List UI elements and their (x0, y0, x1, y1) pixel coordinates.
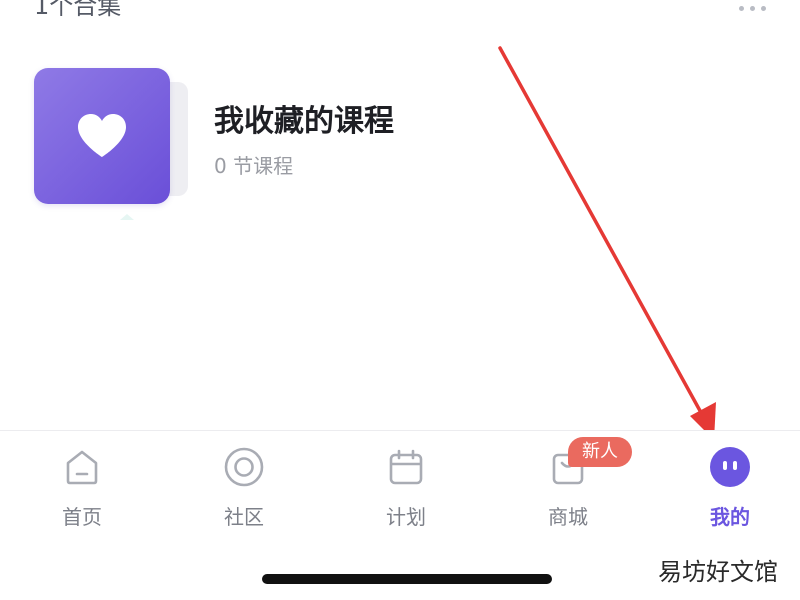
more-options-button[interactable] (732, 0, 772, 18)
tab-shop[interactable]: 商城 新人 (508, 437, 632, 535)
collection-lesson-count: 0 节课程 (214, 154, 294, 178)
more-dot-icon (760, 5, 766, 11)
bottom-tab-bar: 首页 社区 计划 商城 新人 我的 (0, 430, 800, 541)
home-indicator[interactable] (262, 574, 552, 584)
tab-mine-label: 我的 (710, 505, 750, 529)
collection-cover (34, 68, 194, 228)
tab-mine[interactable]: 我的 (670, 445, 790, 535)
tab-home-label: 首页 (62, 505, 102, 529)
home-icon (60, 445, 104, 489)
watermark: 易坊好文馆 (658, 558, 778, 586)
cover-image (34, 68, 170, 204)
collection-count-title: 1个合集 (34, 0, 122, 20)
tab-shop-label: 商城 (548, 505, 588, 529)
more-dot-icon (738, 5, 744, 11)
new-user-badge: 新人 (568, 437, 632, 467)
section-header: 1个合集 (0, 0, 800, 30)
cover-pointer (120, 214, 134, 220)
more-dot-icon (749, 5, 755, 11)
app-screen: 1个合集 我收藏的课程 0 节课程 首页 社区 计划 商城 新人 我的 易坊好文… (0, 0, 800, 600)
tab-plan-label: 计划 (386, 505, 426, 529)
profile-face-icon (708, 445, 752, 489)
tab-plan[interactable]: 计划 (346, 445, 466, 535)
collection-title: 我收藏的课程 (214, 104, 394, 139)
community-icon (222, 445, 266, 489)
tab-home[interactable]: 首页 (22, 445, 142, 535)
collection-card[interactable]: 我收藏的课程 0 节课程 (34, 68, 754, 228)
tab-community-label: 社区 (224, 505, 264, 529)
heart-icon (78, 114, 126, 157)
calendar-icon (384, 445, 428, 489)
tab-community[interactable]: 社区 (184, 445, 304, 535)
